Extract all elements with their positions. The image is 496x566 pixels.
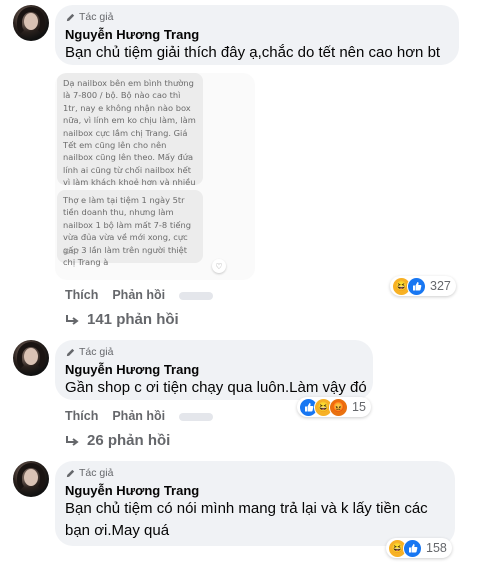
comment-actions: Thích Phản hồi: [65, 409, 214, 423]
comment-text: Gần shop c ơi tiện chạy qua luôn.Làm vậy…: [65, 379, 367, 396]
avatar[interactable]: [13, 5, 49, 41]
reply-arrow-icon: [66, 435, 79, 446]
comment-author-name[interactable]: Nguyễn Hương Trang: [65, 483, 199, 498]
timestamp[interactable]: [179, 292, 214, 300]
chat-message: Dạ nailbox bên em bình thường là 7-800 /…: [57, 73, 203, 224]
like-reaction-icon: [403, 538, 422, 558]
reaction-count: 327: [430, 279, 451, 293]
reply-button[interactable]: Phản hồi: [112, 409, 165, 423]
author-tag-label: Tác giả: [79, 11, 114, 23]
reply-arrow-icon: [66, 314, 79, 325]
comment-author-name[interactable]: Nguyễn Hương Trang: [65, 27, 199, 42]
author-badge: Tác giả: [65, 467, 113, 479]
author-tag-label: Tác giả: [79, 346, 114, 358]
comment-actions: Thích Phản hồi: [65, 288, 214, 302]
reaction-summary[interactable]: 😆 327: [390, 276, 456, 296]
comment-text-line-2: bạn ơi.May quá: [65, 522, 170, 539]
comment-text-line-1: Bạn chủ tiệm có nói mình mang trả lại và…: [65, 500, 428, 517]
angry-reaction-icon: 😡: [329, 397, 348, 417]
heart-icon[interactable]: ♡: [212, 259, 226, 273]
replies-count: 141 phản hồi: [87, 311, 179, 328]
reaction-summary[interactable]: 😆 158: [386, 538, 452, 558]
view-replies-link[interactable]: 141 phản hồi: [65, 311, 179, 328]
replies-count: 26 phản hồi: [87, 432, 171, 449]
reply-button[interactable]: Phản hồi: [112, 288, 165, 302]
avatar[interactable]: [13, 461, 49, 497]
author-badge: Tác giả: [65, 11, 113, 23]
like-reaction-icon: [407, 276, 426, 296]
pen-icon: [66, 13, 75, 21]
author-tag-label: Tác giả: [79, 467, 114, 479]
like-button[interactable]: Thích: [65, 409, 98, 423]
comment-text: Bạn chủ tiệm giải thích đây ạ,chắc do tế…: [65, 44, 441, 61]
view-replies-link[interactable]: 26 phản hồi: [65, 432, 170, 449]
avatar[interactable]: [13, 340, 49, 376]
pen-icon: [66, 469, 75, 477]
reaction-count: 15: [352, 400, 366, 414]
reaction-summary[interactable]: 😆 😡 15: [297, 397, 371, 417]
timestamp[interactable]: [179, 413, 214, 421]
reaction-count: 158: [426, 541, 447, 555]
pen-icon: [66, 348, 75, 356]
comment-author-name[interactable]: Nguyễn Hương Trang: [65, 362, 199, 377]
message-time: 09:37: [63, 249, 80, 256]
author-badge: Tác giả: [65, 346, 113, 358]
attached-screenshot[interactable]: Dạ nailbox bên em bình thường là 7-800 /…: [55, 73, 255, 280]
like-button[interactable]: Thích: [65, 288, 98, 302]
